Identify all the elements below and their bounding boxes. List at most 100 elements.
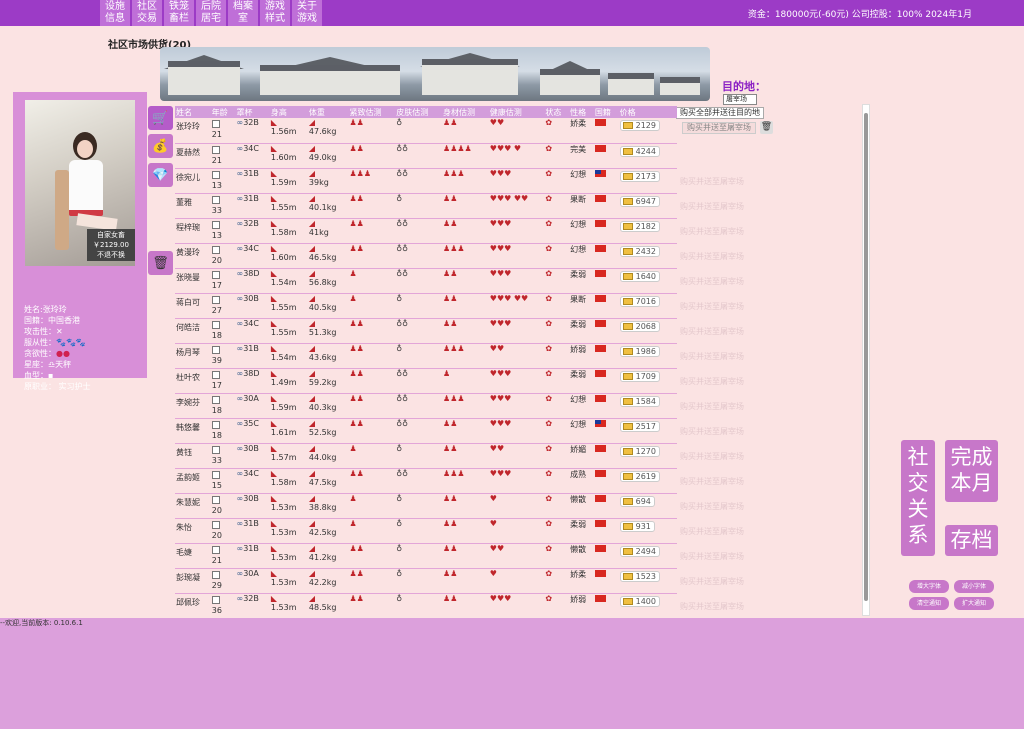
price-button[interactable]: 1709 — [619, 370, 660, 382]
column-header[interactable]: 健康估测 — [488, 106, 545, 118]
price-button[interactable]: 7016 — [619, 295, 660, 307]
price-button[interactable]: 2173 — [619, 170, 660, 182]
cell-name[interactable]: 黄钰 — [175, 443, 211, 469]
money-bag-icon[interactable]: 💰 — [148, 134, 173, 158]
cell-name[interactable]: 张晓曼 — [175, 268, 211, 294]
scroll-thumb[interactable] — [864, 113, 868, 601]
nav-button-2[interactable]: 铁笼 畜栏 — [164, 0, 194, 26]
table-row[interactable]: 彭琬凝 29 ∞30A ◣ 1.53m ◢ 42.2kg ♟♟ ♁ ♟♟ ♥ ✿ 娇柔 1523 — [175, 568, 677, 594]
cell-name[interactable]: 徐宛儿 — [175, 168, 211, 194]
buy-all-button[interactable]: 购买全部并送往目的地 — [676, 107, 764, 119]
save-button[interactable]: 存档 — [945, 525, 998, 556]
cell-price[interactable]: 931 — [618, 518, 677, 544]
price-button[interactable]: 1400 — [619, 595, 660, 607]
cell-name[interactable]: 蒋白可 — [175, 293, 211, 319]
cell-name[interactable]: 孟韵姬 — [175, 468, 211, 494]
cell-price[interactable]: 2494 — [618, 543, 677, 569]
table-row[interactable]: 董雅 33 ∞31B ◣ 1.55m ◢ 40.1kg ♟♟ ♁ ♟♟ ♥♥♥ ♥♥ ✿ 果断 6947 — [175, 193, 677, 219]
nav-button-1[interactable]: 社区 交易 — [132, 0, 162, 26]
cell-price[interactable]: 2129 — [618, 118, 677, 144]
table-row[interactable]: 朱慧妮 20 ∞30B ◣ 1.53m ◢ 38.8kg ♟ ♁ ♟♟ ♥ ✿ 懒散 694 — [175, 493, 677, 519]
price-button[interactable]: 2068 — [619, 320, 660, 332]
column-header[interactable]: 体重 — [307, 106, 349, 118]
nav-button-5[interactable]: 游戏 样式 — [260, 0, 290, 26]
price-button[interactable]: 1584 — [619, 395, 660, 407]
column-header[interactable]: 身高 — [269, 106, 308, 118]
cell-price[interactable]: 2182 — [618, 218, 677, 244]
price-button[interactable]: 1270 — [619, 445, 660, 457]
price-button[interactable]: 4244 — [619, 145, 660, 157]
cell-name[interactable]: 黄漫玲 — [175, 243, 211, 269]
cell-price[interactable]: 4244 — [618, 143, 677, 169]
cell-price[interactable]: 1270 — [618, 443, 677, 469]
nav-button-6[interactable]: 关于 游戏 — [292, 0, 322, 26]
column-header[interactable]: 姓名 — [175, 106, 211, 118]
cell-name[interactable]: 朱怡 — [175, 518, 211, 544]
table-row[interactable]: 韩悠馨 18 ∞35C ◣ 1.61m ◢ 52.5kg ♟♟ ♁♁ ♟♟ ♥♥♥ ✿ 幻想 2517 — [175, 418, 677, 444]
column-header[interactable]: 罩杯 — [235, 106, 270, 118]
font-decrease-button[interactable]: 减小字体 — [954, 580, 994, 593]
nav-button-3[interactable]: 后院 居宅 — [196, 0, 226, 26]
table-row[interactable]: 李婉芬 18 ∞30A ◣ 1.59m ◢ 40.3kg ♟♟ ♁♁ ♟♟♟ ♥♥♥ ✿ 幻想 1584 — [175, 393, 677, 419]
cell-price[interactable]: 7016 — [618, 293, 677, 319]
cell-price[interactable]: 2432 — [618, 243, 677, 269]
cell-name[interactable]: 邱佩珍 — [175, 593, 211, 618]
cell-name[interactable]: 张玲玲 — [175, 118, 211, 144]
price-button[interactable]: 1523 — [619, 570, 660, 582]
cell-name[interactable]: 杜叶农 — [175, 368, 211, 394]
price-button[interactable]: 1986 — [619, 345, 660, 357]
cell-name[interactable]: 杨月琴 — [175, 343, 211, 369]
table-row[interactable]: 毛婕 21 ∞31B ◣ 1.53m ◢ 41.2kg ♟♟ ♁ ♟♟ ♥♥ ✿ 懒散 2494 — [175, 543, 677, 569]
cell-price[interactable]: 2517 — [618, 418, 677, 444]
table-row[interactable]: 邱佩珍 36 ∞32B ◣ 1.53m ◢ 48.5kg ♟♟ ♁ ♟♟ ♥♥♥ ✿ 娇弱 1400 — [175, 593, 677, 618]
cell-name[interactable]: 程梓琬 — [175, 218, 211, 244]
cell-price[interactable]: 1523 — [618, 568, 677, 594]
price-button[interactable]: 2432 — [619, 245, 660, 257]
finish-month-button[interactable]: 完成 本月 — [945, 440, 998, 502]
font-increase-button[interactable]: 增大字体 — [909, 580, 949, 593]
cell-price[interactable]: 2068 — [618, 318, 677, 344]
trash-small-icon[interactable]: 🗑 — [760, 121, 773, 134]
column-header[interactable]: 年龄 — [210, 106, 236, 118]
table-row[interactable]: 张玲玲 21 ∞32B ◣ 1.56m ◢ 47.6kg ♟♟ ♁ ♟♟ ♥♥ ✿ 娇柔 2129 — [175, 118, 677, 144]
cell-name[interactable]: 朱慧妮 — [175, 493, 211, 519]
table-row[interactable]: 孟韵姬 15 ∞34C ◣ 1.58m ◢ 47.5kg ♟♟ ♁♁ ♟♟♟ ♥♥♥ ✿ 成熟 2619 — [175, 468, 677, 494]
price-button[interactable]: 2129 — [619, 120, 660, 131]
column-header[interactable]: 国籍 — [593, 106, 619, 118]
buy-send-button[interactable]: 购买并送至屠宰场 — [682, 122, 756, 134]
column-header[interactable]: 皮肤估测 — [395, 106, 443, 118]
table-row[interactable]: 黄钰 33 ∞30B ◣ 1.57m ◢ 44.0kg ♟ ♁ ♟♟ ♥♥ ✿ 娇媚 1270 — [175, 443, 677, 469]
column-header[interactable]: 状态 — [544, 106, 570, 118]
cell-name[interactable]: 李婉芬 — [175, 393, 211, 419]
table-row[interactable]: 蒋白可 27 ∞30B ◣ 1.55m ◢ 40.5kg ♟ ♁ ♟♟ ♥♥♥ ♥♥ ✿ 果断 7016 — [175, 293, 677, 319]
table-row[interactable]: 朱怡 20 ∞31B ◣ 1.53m ◢ 42.5kg ♟ ♁ ♟♟ ♥ ✿ 柔弱 931 — [175, 518, 677, 544]
cell-price[interactable]: 1640 — [618, 268, 677, 294]
cell-name[interactable]: 彭琬凝 — [175, 568, 211, 594]
table-row[interactable]: 张晓曼 17 ∞38D ◣ 1.54m ◢ 56.8kg ♟ ♁♁ ♟♟ ♥♥♥ ✿ 柔弱 1640 — [175, 268, 677, 294]
table-row[interactable]: 杨月琴 39 ∞31B ◣ 1.54m ◢ 43.6kg ♟♟ ♁ ♟♟♟ ♥♥ ✿ 娇弱 1986 — [175, 343, 677, 369]
price-button[interactable]: 2517 — [619, 420, 660, 432]
price-button[interactable]: 2494 — [619, 545, 660, 557]
price-button[interactable]: 6947 — [619, 195, 660, 207]
price-button[interactable]: 1640 — [619, 270, 660, 282]
clear-notice-button[interactable]: 清空通知 — [909, 597, 949, 610]
social-relations-button[interactable]: 社 交 关 系 — [901, 440, 935, 556]
table-row[interactable]: 杜叶农 17 ∞38D ◣ 1.49m ◢ 59.2kg ♟♟ ♁♁ ♟ ♥♥♥ ✿ 柔弱 1709 — [175, 368, 677, 394]
table-row[interactable]: 黄漫玲 20 ∞34C ◣ 1.60m ◢ 46.5kg ♟♟ ♁♁ ♟♟♟ ♥♥♥ ✿ 幻想 2432 — [175, 243, 677, 269]
cell-price[interactable]: 1584 — [618, 393, 677, 419]
table-row[interactable]: 徐宛儿 13 ∞31B ◣ 1.59m ◢ 39kg ♟♟♟ ♁♁ ♟♟♟ ♥♥♥ ✿ 幻想 2173 — [175, 168, 677, 194]
price-button[interactable]: 2619 — [619, 470, 660, 482]
column-header[interactable]: 性格 — [569, 106, 594, 118]
cell-name[interactable]: 董雅 — [175, 193, 211, 219]
cell-price[interactable]: 2173 — [618, 168, 677, 194]
destination-select[interactable]: 屠宰场 — [723, 94, 757, 105]
expand-notice-button[interactable]: 扩大通知 — [954, 597, 994, 610]
cell-price[interactable]: 1709 — [618, 368, 677, 394]
nav-button-4[interactable]: 档案 室 — [228, 0, 258, 26]
column-header[interactable]: 价格 — [618, 106, 677, 118]
cell-name[interactable]: 夏赫然 — [175, 143, 211, 169]
cell-price[interactable]: 1986 — [618, 343, 677, 369]
cell-name[interactable]: 毛婕 — [175, 543, 211, 569]
cell-name[interactable]: 韩悠馨 — [175, 418, 211, 444]
cell-price[interactable]: 2619 — [618, 468, 677, 494]
